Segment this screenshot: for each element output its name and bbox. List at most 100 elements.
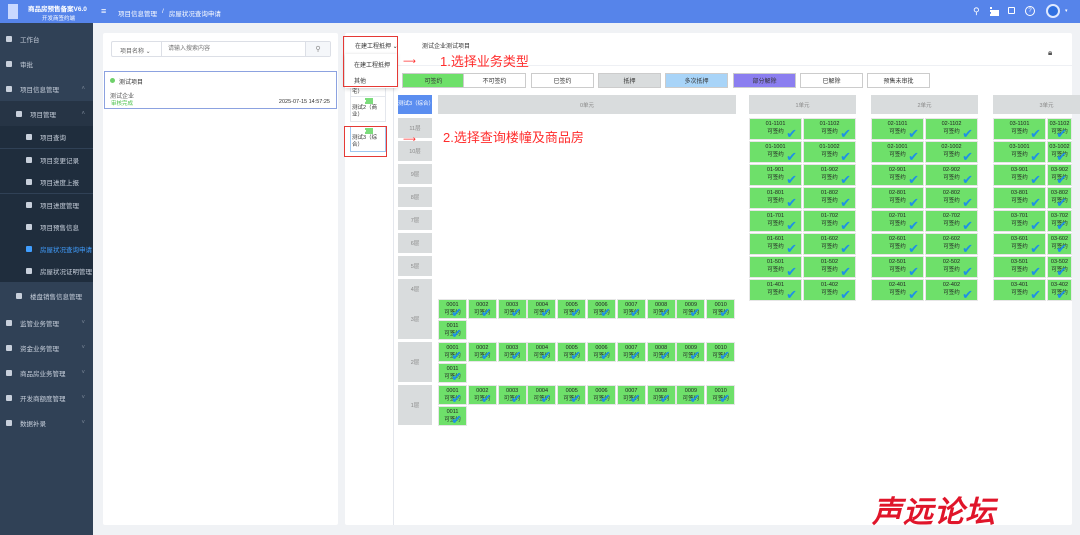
legend-item[interactable]: 可签约	[402, 73, 465, 88]
room-cell[interactable]: 02-502 可签约 ✔	[925, 256, 978, 278]
room-cell[interactable]: 03-802 可签约 ✔	[1047, 187, 1072, 209]
sidebar-item[interactable]: 项目管理 ˄	[0, 101, 93, 126]
room-cell[interactable]: 0002 可签约 ✔	[467, 342, 497, 362]
project-card[interactable]: 测试项目 测试企业 审核完成 2025-07-15 14:57:25	[104, 71, 337, 109]
room-cell[interactable]: 0002 可签约 ✔	[467, 385, 497, 405]
room-cell[interactable]: 01-602 可签约 ✔	[803, 233, 856, 255]
room-cell[interactable]: 03-1001 可签约 ✔	[993, 141, 1046, 163]
room-cell[interactable]: 0006 可签约 ✔	[587, 299, 616, 319]
chart-icon[interactable]	[990, 7, 999, 16]
room-cell[interactable]: 02-701 可签约 ✔	[871, 210, 924, 232]
room-cell[interactable]: 0005 可签约 ✔	[557, 299, 587, 319]
room-cell[interactable]: 0004 可签约 ✔	[527, 299, 557, 319]
room-cell[interactable]: 01-601 可签约 ✔	[749, 233, 802, 255]
sidebar-item[interactable]: 开发商额度管理 ˅	[0, 385, 93, 410]
room-cell[interactable]: 0009 可签约 ✔	[676, 385, 706, 405]
legend-item[interactable]: 已签约	[531, 73, 594, 88]
sidebar-item[interactable]: 商品房业务管理 ˅	[0, 360, 93, 385]
room-cell[interactable]: 0011 可签约 ✔	[438, 406, 467, 426]
room-cell[interactable]: 0007 可签约 ✔	[616, 299, 646, 319]
room-cell[interactable]: 01-1002 可签约 ✔	[803, 141, 856, 163]
room-cell[interactable]: 01-1102 可签约 ✔	[803, 118, 856, 140]
room-cell[interactable]: 0003 可签约 ✔	[497, 342, 527, 362]
legend-item[interactable]: 预售未审批	[867, 73, 930, 88]
room-cell[interactable]: 02-1002 可签约 ✔	[925, 141, 978, 163]
room-cell[interactable]: 02-801 可签约 ✔	[871, 187, 924, 209]
menu-toggle-icon[interactable]: ≡	[101, 6, 106, 16]
legend-item[interactable]: 部分解除	[733, 73, 796, 88]
room-cell[interactable]: 03-602 可签约 ✔	[1047, 233, 1072, 255]
room-cell[interactable]: 01-702 可签约 ✔	[803, 210, 856, 232]
room-cell[interactable]: 01-401 可签约 ✔	[749, 279, 802, 301]
room-cell[interactable]: 0001 可签约 ✔	[438, 385, 467, 405]
room-cell[interactable]: 0011 可签约 ✔	[438, 320, 467, 340]
room-cell[interactable]: 0008 可签约 ✔	[646, 342, 676, 362]
room-cell[interactable]: 02-1001 可签约 ✔	[871, 141, 924, 163]
sidebar-item[interactable]: 项目进度管理	[0, 194, 93, 216]
legend-item[interactable]: 多次抵押	[665, 73, 728, 88]
room-cell[interactable]: 03-801 可签约 ✔	[993, 187, 1046, 209]
room-cell[interactable]: 0008 可签约 ✔	[646, 299, 676, 319]
room-cell[interactable]: 03-902 可签约 ✔	[1047, 164, 1072, 186]
room-cell[interactable]: 03-502 可签约 ✔	[1047, 256, 1072, 278]
room-cell[interactable]: 02-902 可签约 ✔	[925, 164, 978, 186]
room-cell[interactable]: 01-701 可签约 ✔	[749, 210, 802, 232]
room-cell[interactable]: 0007 可签约 ✔	[616, 342, 646, 362]
sidebar-item[interactable]: 项目变更记录	[0, 149, 93, 171]
room-cell[interactable]: 01-801 可签约 ✔	[749, 187, 802, 209]
room-cell[interactable]: 0010 可签约 ✔	[706, 299, 736, 319]
room-cell[interactable]: 0006 可签约 ✔	[587, 385, 616, 405]
room-cell[interactable]: 0010 可签约 ✔	[706, 385, 736, 405]
room-cell[interactable]: 02-601 可签约 ✔	[871, 233, 924, 255]
search-field-select[interactable]: 项目名称 ⌄	[112, 42, 162, 56]
room-cell[interactable]: 02-402 可签约 ✔	[925, 279, 978, 301]
room-cell[interactable]: 02-1101 可签约 ✔	[871, 118, 924, 140]
search-input[interactable]	[162, 42, 305, 56]
sidebar-item[interactable]: 数据补录 ˅	[0, 410, 93, 435]
copy-icon[interactable]	[1008, 7, 1015, 14]
room-cell[interactable]: 01-402 可签约 ✔	[803, 279, 856, 301]
room-cell[interactable]: 03-1002 可签约 ✔	[1047, 141, 1072, 163]
avatar[interactable]	[1046, 4, 1060, 18]
room-cell[interactable]: 0005 可签约 ✔	[557, 342, 587, 362]
sidebar-item[interactable]: 资金业务管理 ˅	[0, 335, 93, 360]
lock-icon[interactable]: 🔒︎	[1048, 48, 1052, 58]
room-cell[interactable]: 02-702 可签约 ✔	[925, 210, 978, 232]
room-cell[interactable]: 0006 可签约 ✔	[587, 342, 616, 362]
sidebar-item[interactable]: 房屋状况查询申请	[0, 238, 93, 260]
room-cell[interactable]: 01-901 可签约 ✔	[749, 164, 802, 186]
room-cell[interactable]: 0008 可签约 ✔	[646, 385, 676, 405]
room-cell[interactable]: 03-401 可签约 ✔	[993, 279, 1046, 301]
room-cell[interactable]: 01-902 可签约 ✔	[803, 164, 856, 186]
sidebar-item[interactable]: 审批	[0, 51, 93, 76]
room-cell[interactable]: 0011 可签约 ✔	[438, 363, 467, 383]
room-cell[interactable]: 0001 可签约 ✔	[438, 342, 467, 362]
room-cell[interactable]: 02-501 可签约 ✔	[871, 256, 924, 278]
help-icon[interactable]: ?	[1025, 6, 1035, 16]
room-cell[interactable]: 02-1102 可签约 ✔	[925, 118, 978, 140]
room-cell[interactable]: 02-802 可签约 ✔	[925, 187, 978, 209]
sidebar-item[interactable]: 项目进度上报	[0, 171, 93, 193]
room-cell[interactable]: 0004 可签约 ✔	[527, 342, 557, 362]
room-cell[interactable]: 01-1101 可签约 ✔	[749, 118, 802, 140]
search-icon[interactable]: ⚲	[973, 6, 980, 17]
room-cell[interactable]: 0005 可签约 ✔	[557, 385, 587, 405]
room-cell[interactable]: 03-1101 可签约 ✔	[993, 118, 1046, 140]
sidebar-item[interactable]: 楼盘销售信息管理	[0, 283, 93, 308]
room-cell[interactable]: 01-502 可签约 ✔	[803, 256, 856, 278]
room-cell[interactable]: 02-602 可签约 ✔	[925, 233, 978, 255]
legend-item[interactable]: 不可签约	[463, 73, 526, 88]
breadcrumb-item[interactable]: 项目信息管理	[118, 8, 157, 18]
room-cell[interactable]: 0009 可签约 ✔	[676, 299, 706, 319]
room-cell[interactable]: 0010 可签约 ✔	[706, 342, 736, 362]
sidebar-item[interactable]: 项目信息管理 ˄	[0, 76, 93, 101]
room-cell[interactable]: 03-402 可签约 ✔	[1047, 279, 1072, 301]
room-cell[interactable]: 03-901 可签约 ✔	[993, 164, 1046, 186]
search-button[interactable]: ⚲	[305, 42, 330, 56]
room-cell[interactable]: 01-1001 可签约 ✔	[749, 141, 802, 163]
building-tab[interactable]: 测试2（商业）	[350, 96, 386, 122]
room-cell[interactable]: 03-701 可签约 ✔	[993, 210, 1046, 232]
room-cell[interactable]: 02-401 可签约 ✔	[871, 279, 924, 301]
sidebar-item[interactable]: 项目预售信息	[0, 216, 93, 238]
room-cell[interactable]: 03-601 可签约 ✔	[993, 233, 1046, 255]
